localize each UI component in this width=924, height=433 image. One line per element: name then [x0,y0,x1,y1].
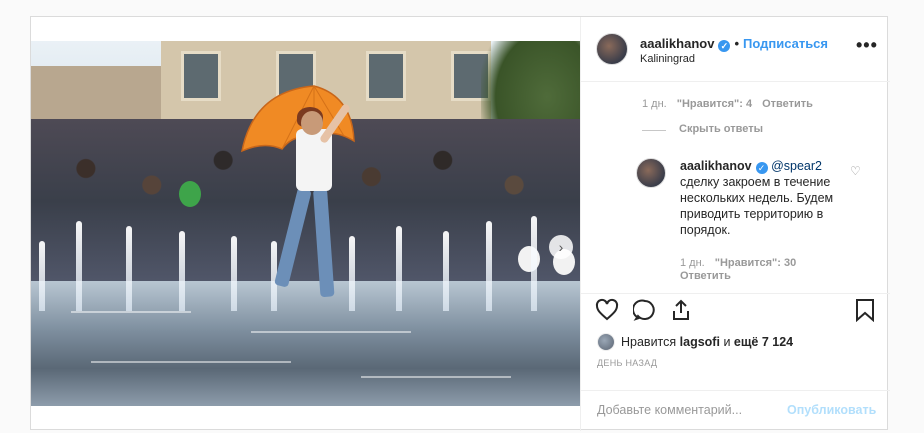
separator: • [734,36,739,51]
comment-reply-button[interactable]: Ответить [762,98,813,110]
reply-reply-button[interactable]: Ответить [680,270,731,282]
comments-section[interactable]: 1 дн. "Нравится": 4 Ответить Скрыть ответы… [581,83,890,293]
comment-like-heart-icon[interactable]: ♡ [850,164,861,178]
fountain-jet [231,236,237,311]
more-options-icon[interactable]: ••• [856,36,878,54]
fountain-jet [76,221,82,311]
author-line: aaalikhanov ✓ • Подписаться [640,36,828,52]
likes-summary: Нравится lagsofi и ещё 7 124 [597,333,793,351]
post-card: › aaalikhanov ✓ • Подписаться Kaliningrad •… [30,16,890,431]
green-balloon [179,181,201,207]
follow-button[interactable]: Подписаться [743,36,828,51]
author-username[interactable]: aaalikhanov [640,36,714,51]
fountain-jet [39,241,45,311]
publish-button[interactable]: Опубликовать [787,403,876,417]
verified-badge-icon: ✓ [755,162,768,174]
reply-body: сделку закроем в течение нескольких неде… [680,175,834,237]
dancer-legs [274,187,335,299]
comment-input[interactable] [597,403,777,417]
author-avatar[interactable] [596,33,628,65]
hide-replies-line [642,130,666,131]
fountain-jet [443,231,449,311]
post-sidebar: aaalikhanov ✓ • Подписаться Kaliningrad •••… [580,17,890,431]
photo-fountain-water [31,281,580,406]
reply-text: aaalikhanov ✓ @spear2 сделку закроем в те… [680,158,855,238]
likes-prefix: Нравится [621,335,677,349]
fountain-jet [179,231,185,311]
fountain-jet [531,216,537,311]
share-icon[interactable] [669,298,693,327]
comment-likes[interactable]: "Нравится": 4 [677,98,752,110]
next-slide-button[interactable]: › [549,235,573,259]
reply-author-avatar[interactable] [636,158,666,188]
reply-likes[interactable]: "Нравится": 30 [715,257,796,269]
hide-replies-button[interactable]: Скрыть ответы [679,123,763,135]
liker-username[interactable]: lagsofi [680,335,720,349]
comment-icon[interactable] [632,298,657,327]
dancer-head [301,111,323,135]
liker-avatar[interactable] [597,333,615,351]
fountain-jet [396,226,402,311]
fountain-jet [349,236,355,311]
post-actions [581,293,890,333]
likes-middle: и [723,335,731,349]
likes-count[interactable]: ещё 7 124 [734,335,793,349]
heart-icon[interactable] [595,298,619,327]
fountain-jet [486,221,492,311]
comment-meta: 1 дн. "Нравится": 4 Ответить [642,98,813,110]
post-photo[interactable]: › [31,41,580,406]
reply-author[interactable]: aaalikhanov [680,159,752,173]
bookmark-icon[interactable] [854,298,876,327]
fountain-jet [126,226,132,311]
post-location[interactable]: Kaliningrad [640,53,695,65]
reply-meta: 1 дн. "Нравится": 30 [680,257,796,269]
post-header: aaalikhanov ✓ • Подписаться Kaliningrad ••• [581,17,890,82]
comment-time[interactable]: 1 дн. [642,98,667,110]
reply-mention[interactable]: @spear2 [771,159,822,173]
post-date[interactable]: ДЕНЬ НАЗАД [597,358,657,368]
verified-badge-icon: ✓ [718,40,731,52]
add-comment-bar: Опубликовать [581,390,890,431]
reply-time[interactable]: 1 дн. [680,257,705,269]
